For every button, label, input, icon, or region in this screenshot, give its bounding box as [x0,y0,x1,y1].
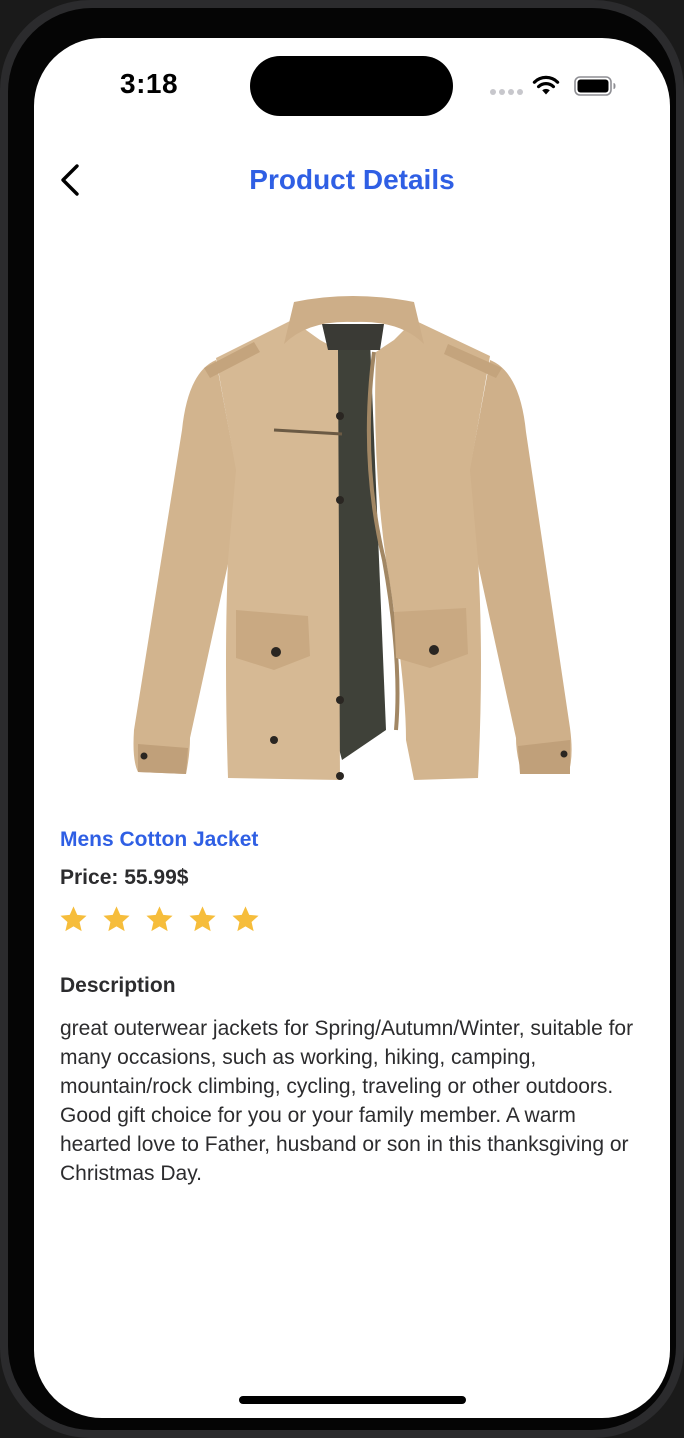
battery-icon [574,76,616,96]
phone-frame: 3:18 Product Details Mens Cotton Jacket … [0,0,684,1438]
star-icon [232,906,259,932]
description-text: great outerwear jackets for Spring/Autum… [60,1017,634,1185]
star-icon [60,906,87,932]
status-bar: 3:18 [34,38,670,134]
status-time: 3:18 [120,68,179,99]
navigation-bar: Product Details [34,148,670,212]
phone-bezel: 3:18 Product Details Mens Cotton Jacket … [8,8,676,1430]
cellular-signal-icon [490,89,524,97]
wifi-icon [532,75,560,95]
rating-stars [58,904,261,936]
page-title: Product Details [249,164,455,195]
app-screen: 3:18 Product Details Mens Cotton Jacket … [34,38,670,1418]
star-icon [189,906,216,932]
product-price: Price: 55.99$ [60,866,189,889]
star-icon [103,906,130,932]
dynamic-island [250,56,453,116]
star-icon [146,906,173,932]
home-indicator[interactable] [239,1396,466,1404]
description-heading: Description [60,974,176,997]
product-title: Mens Cotton Jacket [60,828,259,851]
product-image [133,296,572,780]
